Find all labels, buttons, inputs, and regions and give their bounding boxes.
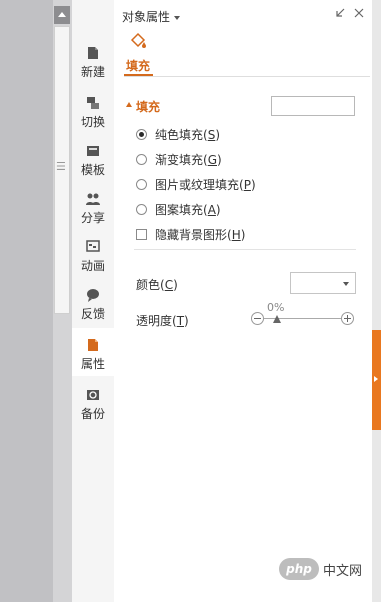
panel-title: 对象属性 [122, 10, 171, 24]
chevron-down-icon [174, 15, 181, 20]
php-logo: php [279, 558, 319, 580]
fill-preview-box[interactable] [271, 96, 355, 116]
checkbox[interactable] [136, 228, 147, 240]
watermark-text: 中文网 [323, 563, 363, 579]
document-area [0, 0, 53, 602]
resize-grip-icon[interactable]: ☰ [56, 160, 66, 173]
template-icon [87, 146, 99, 156]
color-label: 颜色(C) [136, 278, 178, 292]
sidebar-item-label: 模板 [80, 163, 105, 177]
radio-button[interactable] [136, 153, 147, 165]
transparency-value: 0% [267, 301, 285, 314]
watermark: php 中文网 [279, 558, 362, 580]
sidebar-item-label: 切换 [80, 115, 105, 129]
radio-pattern-fill[interactable]: 图案填充(A) [136, 200, 221, 218]
sidebar-item-label: 备份 [80, 407, 105, 421]
sidebar-item-label: 反馈 [80, 307, 105, 321]
radio-solid-fill[interactable]: 纯色填充(S) [136, 125, 220, 143]
transparency-label: 透明度(T) [136, 314, 189, 328]
sidebar-item-template[interactable]: 模板 [72, 134, 114, 182]
radio-picture-texture-fill[interactable]: 图片或纹理填充(P) [136, 175, 256, 193]
dock-arrow-icon[interactable] [333, 6, 347, 20]
sidebar-item-label: 新建 [80, 65, 105, 79]
sidebar-item-animation[interactable]: 动画 [72, 230, 114, 278]
radio-button[interactable] [136, 128, 147, 140]
animation-icon [86, 240, 100, 252]
sidebar-item-label: 分享 [80, 211, 105, 225]
section-title-fill[interactable]: 填充 [136, 98, 160, 115]
backup-icon [87, 390, 99, 400]
close-icon[interactable] [352, 6, 366, 20]
collapse-triangle-icon[interactable] [126, 102, 132, 107]
decrease-transparency-button[interactable] [251, 312, 264, 325]
sidebar-item-backup[interactable]: 备份 [72, 378, 114, 426]
color-dropdown[interactable] [290, 272, 356, 294]
switch-icon [87, 97, 99, 109]
properties-icon [88, 339, 98, 351]
scroll-up-button[interactable] [54, 6, 70, 24]
object-properties-panel: 对象属性 填充 填充 纯色填充(S) 渐变填充(G) 图片或纹理填充(P) 图案… [114, 0, 372, 602]
sidebar-item-label: 属性 [80, 357, 105, 371]
radio-button[interactable] [136, 178, 147, 190]
increase-transparency-button[interactable] [341, 312, 354, 325]
collapse-panel-button[interactable] [372, 330, 381, 430]
sidebar-item-feedback[interactable]: 反馈 [72, 278, 114, 326]
slider-thumb[interactable] [273, 315, 281, 323]
sidebar-item-properties[interactable]: 属性 [72, 328, 114, 376]
sidebar-item-label: 动画 [80, 259, 105, 273]
radio-gradient-fill[interactable]: 渐变填充(G) [136, 150, 222, 168]
panel-title-dropdown[interactable]: 对象属性 [122, 8, 181, 25]
tab-fill[interactable]: 填充 [126, 57, 150, 74]
feedback-icon [87, 289, 99, 302]
radio-button[interactable] [136, 203, 147, 215]
paint-bucket-icon[interactable] [128, 32, 148, 52]
divider [134, 249, 356, 250]
sidebar-item-share[interactable]: 分享 [72, 182, 114, 230]
checkbox-hide-background[interactable]: 隐藏背景图形(H) [136, 225, 245, 243]
share-icon [86, 193, 100, 205]
panel-edge [372, 0, 381, 602]
tab-divider [124, 76, 370, 77]
new-document-icon [88, 47, 98, 59]
sidebar-item-switch[interactable]: 切换 [72, 86, 114, 134]
sidebar-item-new[interactable]: 新建 [72, 36, 114, 84]
